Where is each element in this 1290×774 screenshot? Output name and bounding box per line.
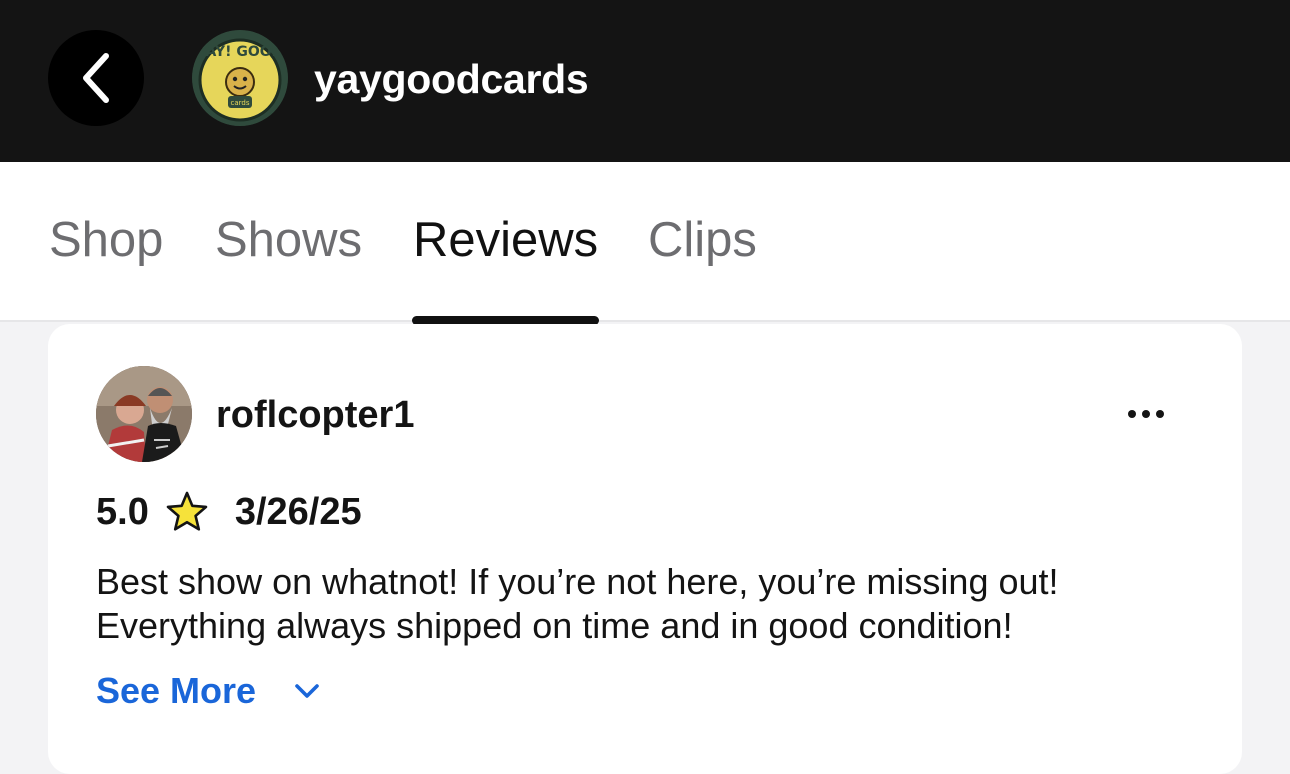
more-options-button[interactable]: [1118, 392, 1174, 436]
more-dot: [1156, 410, 1164, 418]
reviewer-username[interactable]: roflcopter1: [216, 394, 414, 437]
review-card: roflcopter1 5.0 3/26/25 Best show on wha…: [48, 324, 1242, 774]
chevron-left-icon: [83, 53, 109, 103]
store-name[interactable]: yaygoodcards: [314, 56, 589, 103]
more-horizontal-icon: [1128, 410, 1136, 418]
more-dot: [1142, 410, 1150, 418]
reviewer-avatar[interactable]: [96, 366, 192, 462]
store-logo-text: YAY! GOOD: [196, 44, 284, 60]
store-logo: YAY! GOOD cards: [192, 30, 288, 126]
review-text-line: Everything always shipped on time and in…: [96, 605, 1013, 646]
back-button[interactable]: [48, 30, 144, 126]
review-date: 3/26/25: [234, 490, 362, 533]
store-avatar[interactable]: YAY! GOOD cards: [192, 30, 288, 126]
reviewer-photo: [96, 366, 192, 462]
store-logo-subtext: cards: [231, 99, 250, 107]
review-text-line: Best show on whatnot! If you’re not here…: [96, 561, 1059, 602]
review-text: Best show on whatnot! If you’re not here…: [96, 560, 1206, 648]
tab-clips[interactable]: Clips: [648, 212, 757, 268]
star-icon: [166, 491, 208, 531]
top-bar: YAY! GOOD cards yaygoodcards: [0, 0, 1290, 162]
tab-shop[interactable]: Shop: [49, 212, 163, 268]
tab-bar: Shop Shows Reviews Clips: [0, 162, 1290, 325]
chevron-down-icon: [295, 684, 319, 698]
rating-row: 5.0 3/26/25: [96, 490, 362, 534]
see-more-label: See More: [96, 670, 257, 711]
tab-shows[interactable]: Shows: [215, 212, 362, 268]
see-more-button[interactable]: See More: [96, 670, 322, 712]
tab-reviews[interactable]: Reviews: [413, 212, 598, 268]
rating-value: 5.0: [96, 490, 149, 533]
